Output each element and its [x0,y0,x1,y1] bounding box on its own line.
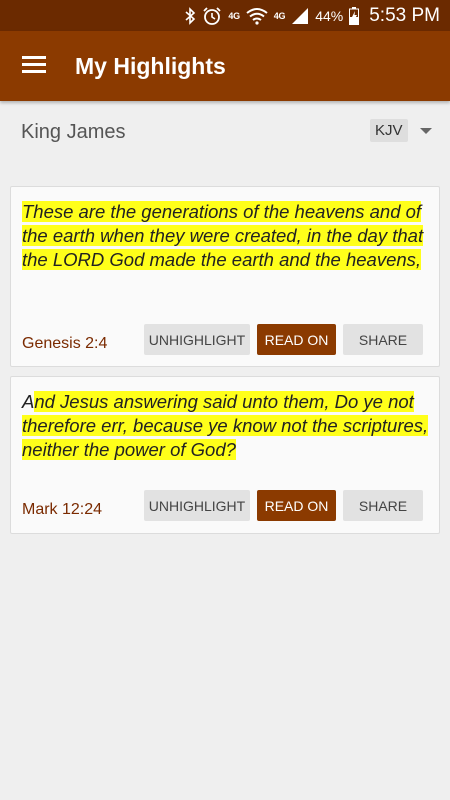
verse-text: And Jesus answering said unto them, Do y… [22,390,429,462]
network-type-label-2: 4G [273,10,286,21]
page-title: My Highlights [75,53,226,79]
read-on-button[interactable]: READ ON [257,490,336,521]
chevron-down-icon [419,127,432,134]
verse-text-highlighted: These are the generations of the heavens… [22,201,424,270]
status-bar: 4G 4G 44% 5:53 PM [0,0,450,31]
translation-row: King James KJV [0,101,450,165]
verse-reference[interactable]: Mark 12:24 [22,501,102,519]
app-bar: My Highlights [0,31,450,101]
battery-icon [349,6,360,25]
wifi-icon [246,7,268,25]
battery-percent: 44% [315,7,344,24]
share-button[interactable]: SHARE [343,490,423,521]
signal-icon [291,7,309,25]
unhighlight-button[interactable]: UNHIGHLIGHT [144,324,250,355]
verse-text-plain: A [22,391,35,412]
network-type-label: 4G [228,10,240,21]
menu-icon [22,55,46,78]
unhighlight-button[interactable]: UNHIGHLIGHT [144,490,250,521]
version-dropdown[interactable]: KJV [370,119,432,142]
version-badge: KJV [370,119,408,142]
bluetooth-icon [184,6,196,25]
share-button[interactable]: SHARE [343,324,423,355]
alarm-icon [202,6,222,26]
highlight-card: And Jesus answering said unto them, Do y… [10,376,440,534]
highlight-card: These are the generations of the heavens… [10,186,440,367]
status-icons: 4G 4G 44% 5:53 PM [184,0,440,31]
translation-name: King James [21,121,126,143]
menu-button[interactable] [14,48,54,84]
read-on-button[interactable]: READ ON [257,324,336,355]
verse-reference[interactable]: Genesis 2:4 [22,335,107,353]
verse-text: These are the generations of the heavens… [22,200,429,272]
verse-text-highlighted: nd Jesus answering said unto them, Do ye… [22,391,429,460]
clock: 5:53 PM [369,4,440,26]
